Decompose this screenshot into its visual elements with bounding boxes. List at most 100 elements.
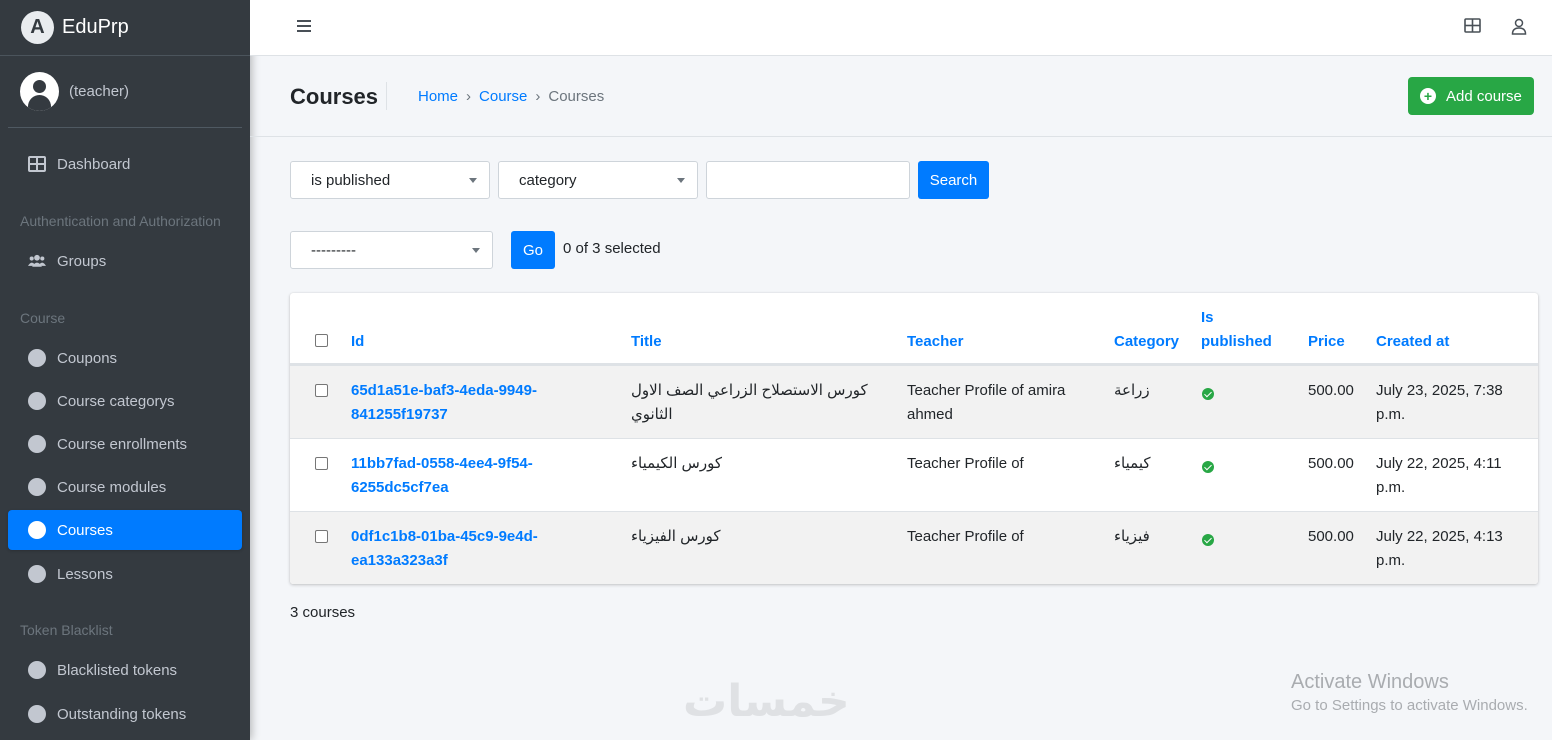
- created-line2: p.m.: [1376, 406, 1406, 423]
- sidebar-section-token: Token Blacklist: [20, 622, 113, 638]
- course-price: 500.00: [1308, 528, 1354, 545]
- column-header-category[interactable]: Category: [1114, 330, 1179, 354]
- circle-icon: [28, 392, 46, 410]
- check-circle-icon: [1202, 534, 1214, 546]
- column-header-is-published-line1: Is: [1201, 309, 1214, 326]
- activate-title: Activate Windows: [1291, 671, 1449, 693]
- table-row: 0df1c1b8-01ba-45c9-9e4d- ea133a323a3f كو…: [290, 511, 1538, 584]
- sidebar-item-outstanding-tokens[interactable]: Outstanding tokens: [8, 694, 242, 734]
- category-filter-select[interactable]: category: [498, 161, 698, 199]
- created-line1: July 22, 2025, 4:13: [1376, 528, 1503, 545]
- sidebar-item-courses[interactable]: Courses: [8, 510, 242, 550]
- select-all-checkbox[interactable]: [315, 334, 328, 347]
- row-checkbox[interactable]: [315, 530, 328, 543]
- created-line1: July 23, 2025, 7:38: [1376, 382, 1503, 399]
- page-title: Courses: [290, 84, 379, 109]
- column-header-price[interactable]: Price: [1308, 330, 1345, 354]
- chevron-down-icon: [469, 178, 477, 183]
- result-count: 3 courses: [290, 604, 356, 621]
- course-id-link[interactable]: 11bb7fad-0558-4ee4-9f54- 6255dc5cf7ea: [351, 452, 581, 500]
- course-teacher-line1: Teacher Profile of: [907, 528, 1024, 545]
- column-header-id[interactable]: Id: [351, 330, 364, 354]
- column-header-teacher[interactable]: Teacher: [907, 330, 963, 354]
- circle-icon: [28, 349, 46, 367]
- menu-toggle-icon[interactable]: [297, 20, 311, 34]
- sidebar: A EduPrp (teacher) Dashboard Authenticat…: [0, 0, 250, 740]
- course-price: 500.00: [1308, 455, 1354, 472]
- table-row: 11bb7fad-0558-4ee4-9f54- 6255dc5cf7ea كو…: [290, 438, 1538, 511]
- sidebar-item-label: Course enrollments: [57, 435, 188, 453]
- top-navbar: [250, 0, 1552, 56]
- course-title: كورس الفيزياء: [631, 525, 881, 549]
- published-filter-select[interactable]: is published: [290, 161, 490, 199]
- content-header: Courses Home › Course › Courses + Add co…: [250, 56, 1552, 137]
- sidebar-item-label: Outstanding tokens: [57, 705, 187, 723]
- course-id-link[interactable]: 0df1c1b8-01ba-45c9-9e4d- ea133a323a3f: [351, 525, 581, 573]
- sidebar-section-course: Course: [20, 310, 66, 326]
- sidebar-item-label: Coupons: [57, 349, 118, 367]
- course-id-line2: 841255f19737: [351, 406, 448, 423]
- sidebar-item-groups[interactable]: Groups: [8, 241, 242, 281]
- sidebar-item-label: Groups: [57, 252, 107, 270]
- dashboard-icon: [28, 155, 46, 173]
- course-created-at: July 23, 2025, 7:38 p.m.: [1376, 379, 1526, 427]
- sidebar-item-label: Dashboard: [57, 155, 131, 173]
- course-teacher: Teacher Profile of: [907, 525, 1097, 549]
- course-id-line2: ea133a323a3f: [351, 552, 448, 569]
- breadcrumb-course-link[interactable]: Course: [479, 88, 527, 105]
- row-checkbox[interactable]: [315, 457, 328, 470]
- created-line2: p.m.: [1376, 479, 1406, 496]
- brand-link[interactable]: A EduPrp: [0, 0, 250, 56]
- course-title: كورس الاستصلاح الزراعي الصف الاول الثانو…: [631, 379, 881, 427]
- column-header-is-published[interactable]: Is published: [1201, 306, 1272, 354]
- sidebar-item-lessons[interactable]: Lessons: [8, 554, 242, 594]
- sidebar-item-coupons[interactable]: Coupons: [8, 338, 242, 378]
- course-teacher: Teacher Profile of amira ahmed: [907, 379, 1097, 427]
- sidebar-item-label: Courses: [57, 521, 113, 539]
- user-icon[interactable]: [1511, 18, 1529, 36]
- action-select[interactable]: ---------: [290, 231, 493, 269]
- chevron-down-icon: [472, 248, 480, 253]
- row-checkbox[interactable]: [315, 384, 328, 397]
- search-input[interactable]: [706, 161, 910, 199]
- circle-icon: [28, 435, 46, 453]
- column-header-created-at[interactable]: Created at: [1376, 330, 1449, 354]
- course-category: فيزياء: [1114, 528, 1150, 545]
- avatar: [20, 72, 59, 111]
- action-select-value: ---------: [311, 241, 356, 259]
- breadcrumb-home-link[interactable]: Home: [418, 88, 458, 105]
- course-created-at: July 22, 2025, 4:11 p.m.: [1376, 452, 1526, 500]
- sidebar-item-course-modules[interactable]: Course modules: [8, 467, 242, 507]
- created-line2: p.m.: [1376, 552, 1406, 569]
- course-teacher-line1: Teacher Profile of amira: [907, 382, 1066, 399]
- plus-circle-icon: +: [1420, 88, 1436, 104]
- go-button[interactable]: Go: [511, 231, 555, 269]
- sidebar-item-label: Lessons: [57, 565, 113, 583]
- created-line1: July 22, 2025, 4:11: [1376, 455, 1502, 472]
- watermark-logo: خمسات: [683, 676, 850, 727]
- course-title-line1: كورس الاستصلاح الزراعي الصف الاول: [631, 382, 868, 399]
- sidebar-item-course-categorys[interactable]: Course categorys: [8, 381, 242, 421]
- user-panel[interactable]: (teacher): [8, 56, 242, 128]
- published-filter-value: is published: [311, 171, 391, 189]
- circle-icon: [28, 521, 46, 539]
- activate-subtitle: Go to Settings to activate Windows.: [1291, 697, 1528, 714]
- search-button[interactable]: Search: [918, 161, 989, 199]
- course-teacher-line2: ahmed: [907, 406, 953, 423]
- brand-logo-icon: A: [21, 11, 54, 44]
- add-course-button[interactable]: + Add course: [1408, 77, 1534, 115]
- check-circle-icon: [1202, 388, 1214, 400]
- course-id-line2: 6255dc5cf7ea: [351, 479, 449, 496]
- course-price: 500.00: [1308, 382, 1354, 399]
- sidebar-item-dashboard[interactable]: Dashboard: [8, 144, 242, 184]
- course-id-link[interactable]: 65d1a51e-baf3-4eda-9949- 841255f19737: [351, 379, 581, 427]
- sidebar-section-auth: Authentication and Authorization: [20, 213, 221, 229]
- circle-icon: [28, 705, 46, 723]
- add-course-label: Add course: [1446, 87, 1522, 105]
- column-header-title[interactable]: Title: [631, 330, 662, 354]
- sidebar-item-blacklisted-tokens[interactable]: Blacklisted tokens: [8, 650, 242, 690]
- sidebar-item-course-enrollments[interactable]: Course enrollments: [8, 424, 242, 464]
- course-title-line1: كورس الكيمياء: [631, 455, 722, 472]
- sidebar-item-label: Course modules: [57, 478, 167, 496]
- grid-view-icon[interactable]: [1464, 18, 1482, 36]
